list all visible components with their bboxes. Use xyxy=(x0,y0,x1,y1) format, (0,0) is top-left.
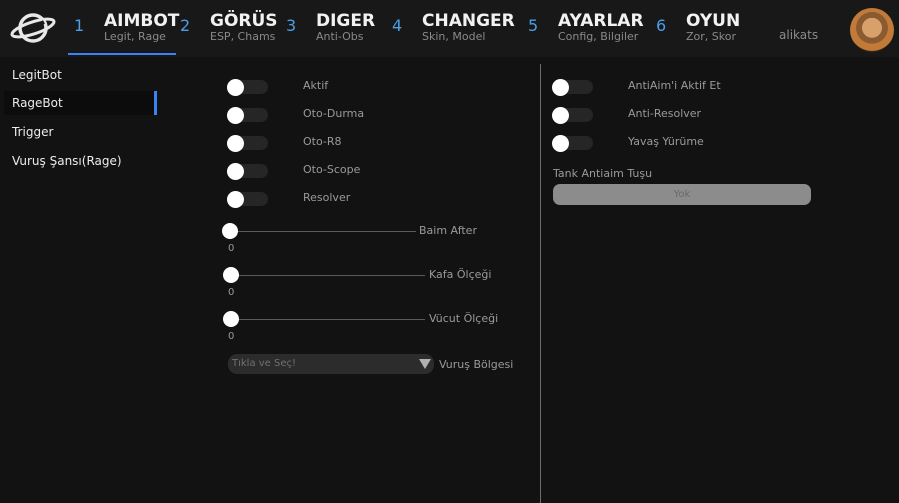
top-nav: 1 AIMBOT Legit, Rage 2 GÖRÜS ESP, Chams … xyxy=(0,0,899,57)
tab-title: OYUN xyxy=(686,11,741,31)
avatar[interactable] xyxy=(850,8,894,52)
toggle-row-antiaim: AntiAim'i Aktif Et xyxy=(552,78,812,98)
aktif-toggle[interactable] xyxy=(227,79,268,96)
tab-title: CHANGER xyxy=(422,11,515,31)
antiaim-panel: AntiAim'i Aktif Et Anti-Resolver Yavaş Y… xyxy=(552,76,852,216)
tab-number: 6 xyxy=(656,16,667,35)
tab-subtitle: Skin, Model xyxy=(422,30,486,43)
toggle-row-aktif: Aktif xyxy=(227,78,427,98)
tab-aimbot[interactable]: 1 AIMBOT Legit, Rage xyxy=(68,0,180,57)
toggle-label: AntiAim'i Aktif Et xyxy=(628,79,721,92)
toggle-label: Oto-Durma xyxy=(303,107,365,120)
slider-baim-after: Baim After 0 xyxy=(222,223,522,254)
anti-resolver-toggle[interactable] xyxy=(552,107,593,124)
slider-value: 0 xyxy=(228,331,235,342)
toggle-row-anti-resolver: Anti-Resolver xyxy=(552,106,812,126)
oto-r8-toggle[interactable] xyxy=(227,135,268,152)
toggle-label: Yavaş Yürüme xyxy=(628,135,704,148)
panel-divider xyxy=(540,64,541,503)
slow-walk-toggle[interactable] xyxy=(552,135,593,152)
slider-knob[interactable] xyxy=(223,311,239,327)
tab-diger[interactable]: 3 DIGER Anti-Obs xyxy=(284,0,384,57)
tab-number: 1 xyxy=(74,16,85,35)
active-tab-indicator xyxy=(68,53,176,55)
select-value: Tıkla ve Seç! xyxy=(232,358,297,369)
slider-kafa-olcegi: Kafa Ölçeği 0 xyxy=(223,267,523,298)
toggle-row-slow-walk: Yavaş Yürüme xyxy=(552,134,812,154)
slider-knob[interactable] xyxy=(223,267,239,283)
tab-subtitle: Anti-Obs xyxy=(316,30,364,43)
toggle-row-oto-r8: Oto-R8 xyxy=(227,134,427,154)
oto-scope-toggle[interactable] xyxy=(227,163,268,180)
username: alikats xyxy=(779,28,819,42)
oto-durma-toggle[interactable] xyxy=(227,107,268,124)
sidebar-item-legitbot[interactable]: LegitBot xyxy=(4,63,157,87)
toggle-row-oto-scope: Oto-Scope xyxy=(227,162,427,182)
toggle-row-oto-durma: Oto-Durma xyxy=(227,106,427,126)
toggle-label: Aktif xyxy=(303,79,329,92)
tab-title: GÖRÜS xyxy=(210,11,278,31)
tab-gorus[interactable]: 2 GÖRÜS ESP, Chams xyxy=(178,0,278,57)
triangle-down-icon xyxy=(419,359,431,369)
toggle-label: Oto-R8 xyxy=(303,135,342,148)
tab-ayarlar[interactable]: 5 AYARLAR Config, Bilgiler xyxy=(526,0,652,57)
tab-number: 2 xyxy=(180,16,191,35)
tab-title: DIGER xyxy=(316,11,376,31)
slider-label: Kafa Ölçeği xyxy=(429,268,492,281)
tank-antiaim-key-label: Tank Antiaim Tuşu xyxy=(553,167,653,180)
resolver-toggle[interactable] xyxy=(227,191,268,208)
toggle-label: Oto-Scope xyxy=(303,163,361,176)
slider-track xyxy=(235,275,425,276)
sidebar-item-trigger[interactable]: Trigger xyxy=(4,120,157,144)
tab-subtitle: Legit, Rage xyxy=(104,30,166,43)
tab-title: AIMBOT xyxy=(104,11,180,31)
slider-label: Baim After xyxy=(419,224,477,237)
ragebot-main-panel: Aktif Oto-Durma Oto-R8 Oto-Scope Resolve… xyxy=(218,66,538,386)
sidebar-item-ragebot[interactable]: RageBot xyxy=(4,91,157,115)
tab-subtitle: Config, Bilgiler xyxy=(558,30,639,43)
sidebar-item-hitchance[interactable]: Vuruş Şansı(Rage) xyxy=(4,149,157,173)
planet-logo-icon xyxy=(10,13,56,43)
hitbox-select[interactable]: Tıkla ve Seç! xyxy=(228,354,434,374)
tab-number: 3 xyxy=(286,16,297,35)
hitbox-label: Vuruş Bölgesi xyxy=(439,358,514,371)
tab-number: 5 xyxy=(528,16,539,35)
sidebar-active-indicator xyxy=(154,91,157,115)
toggle-row-resolver: Resolver xyxy=(227,190,427,210)
slider-knob[interactable] xyxy=(222,223,238,239)
tab-title: AYARLAR xyxy=(558,11,644,31)
slider-value: 0 xyxy=(228,287,235,298)
slider-value: 0 xyxy=(228,243,235,254)
slider-track xyxy=(235,319,425,320)
toggle-label: Anti-Resolver xyxy=(628,107,702,120)
tab-oyun[interactable]: 6 OYUN Zor, Skor xyxy=(654,0,764,57)
sidebar: LegitBot RageBot Trigger Vuruş Şansı(Rag… xyxy=(0,57,172,503)
slider-label: Vücut Ölçeği xyxy=(429,312,499,325)
tab-subtitle: Zor, Skor xyxy=(686,30,736,43)
tab-changer[interactable]: 4 CHANGER Skin, Model xyxy=(390,0,520,57)
tab-number: 4 xyxy=(392,16,403,35)
toggle-label: Resolver xyxy=(303,191,351,204)
tab-subtitle: ESP, Chams xyxy=(210,30,276,43)
antiaim-toggle[interactable] xyxy=(552,79,593,96)
tank-antiaim-key-button[interactable]: Yok xyxy=(553,184,811,205)
slider-vucut-olcegi: Vücut Ölçeği 0 xyxy=(223,311,523,342)
slider-track xyxy=(232,231,416,232)
